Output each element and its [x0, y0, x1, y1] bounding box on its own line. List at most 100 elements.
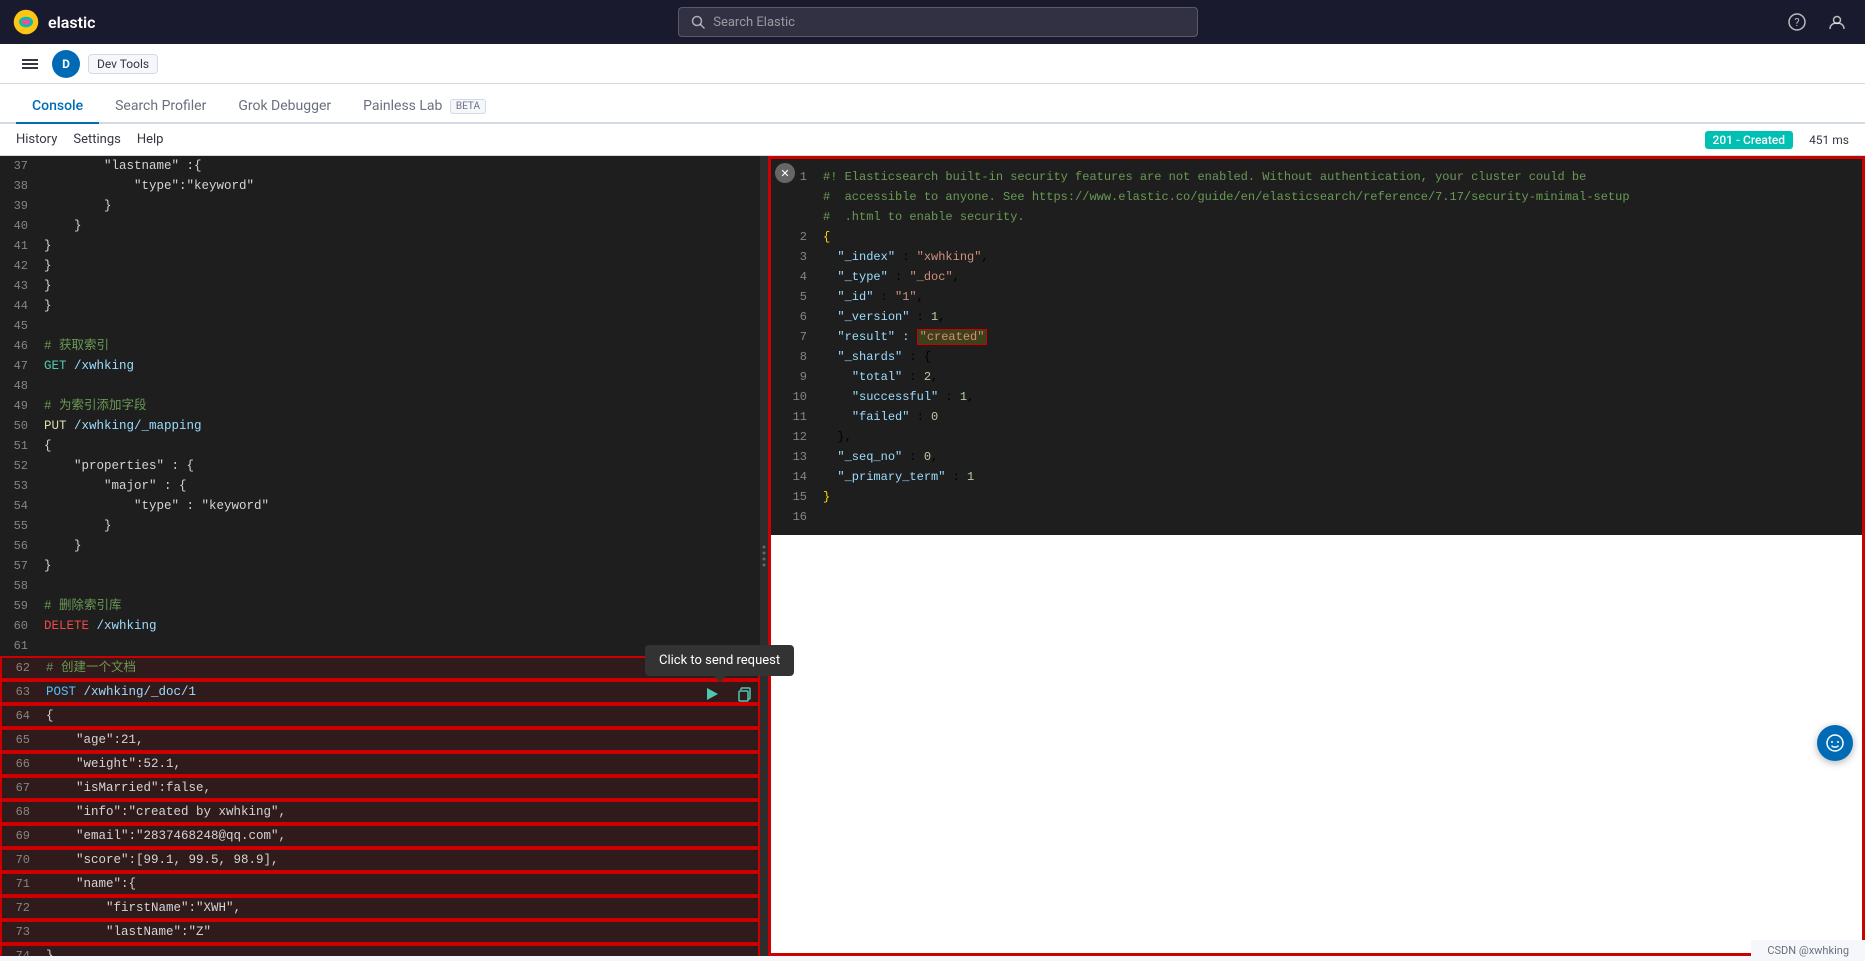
line-content: "age":21, — [42, 730, 758, 750]
line-number: 37 — [0, 156, 40, 176]
close-response-button[interactable]: ✕ — [775, 163, 795, 183]
status-badge: 201 - Created — [1705, 131, 1794, 149]
editor-line-42: 42} — [0, 256, 760, 276]
response-line: # accessible to anyone. See https://www.… — [779, 187, 1862, 207]
line-content: } — [40, 216, 760, 236]
line-number: 56 — [0, 536, 40, 556]
hamburger-icon — [22, 58, 38, 70]
response-line-content: "_primary_term" : 1 — [819, 467, 1862, 487]
editor-line-58: 58 — [0, 576, 760, 596]
hamburger-button[interactable] — [16, 50, 44, 78]
line-content: { — [42, 706, 758, 726]
editor-line-46: 46# 获取索引 — [0, 336, 760, 356]
help-circle-icon: ? — [1788, 13, 1806, 31]
response-line: 8 "_shards" : { — [779, 347, 1862, 367]
response-line: 4 "_type" : "_doc", — [779, 267, 1862, 287]
help-nav-icon[interactable]: ? — [1781, 6, 1813, 38]
line-number: 63 — [2, 682, 42, 702]
line-content: # 为索引添加字段 — [40, 396, 760, 416]
response-panel-inner[interactable]: 1#! Elasticsearch built-in security feat… — [771, 159, 1862, 953]
line-content: "major" : { — [40, 476, 760, 496]
user-avatar-button[interactable]: D — [52, 50, 80, 78]
line-content: "firstName":"XWH", — [42, 898, 758, 918]
response-line: 15} — [779, 487, 1862, 507]
response-line: 3 "_index" : "xwhking", — [779, 247, 1862, 267]
play-icon-button[interactable] — [700, 682, 724, 706]
response-line-number: 3 — [779, 247, 819, 267]
line-number: 47 — [0, 356, 40, 376]
response-line-content: "result" : "created" — [819, 327, 1862, 347]
editor-line-68: 68 "info":"created by xwhking", — [0, 800, 760, 824]
secondary-navigation: D Dev Tools — [0, 44, 1865, 84]
editor-line-59: 59# 删除索引库 — [0, 596, 760, 616]
history-button[interactable]: History — [16, 130, 57, 149]
editor-line-47: 47GET /xwhking — [0, 356, 760, 376]
elastic-logo-text: elastic — [48, 13, 95, 32]
panel-divider[interactable] — [760, 156, 768, 956]
editor-line-44: 44} — [0, 296, 760, 316]
line-number: 65 — [2, 730, 42, 750]
floating-action-button[interactable] — [1817, 725, 1853, 761]
line-number: 45 — [0, 316, 40, 336]
devtools-badge[interactable]: Dev Tools — [88, 54, 158, 74]
tooltip-box: Click to send request — [645, 645, 794, 676]
line-content: "type" : "keyword" — [40, 496, 760, 516]
code-editor[interactable]: 37 "lastname" :{38 "type":"keyword"39 }4… — [0, 156, 760, 956]
editor-line-72: 72 "firstName":"XWH", — [0, 896, 760, 920]
line-number: 70 — [2, 850, 42, 870]
svg-text:?: ? — [1794, 16, 1799, 29]
elastic-logo-icon — [12, 8, 40, 36]
editor-panel: 37 "lastname" :{38 "type":"keyword"39 }4… — [0, 156, 760, 956]
tab-painless-lab[interactable]: Painless Lab BETA — [347, 90, 502, 124]
editor-line-43: 43} — [0, 276, 760, 296]
response-line-number: 14 — [779, 467, 819, 487]
tab-search-profiler[interactable]: Search Profiler — [99, 90, 222, 124]
line-content: "weight":52.1, — [42, 754, 758, 774]
line-content: } — [42, 946, 758, 956]
response-line-content: #! Elasticsearch built-in security featu… — [819, 167, 1862, 187]
search-bar[interactable]: Search Elastic — [678, 7, 1198, 37]
copy-icon-button[interactable] — [732, 682, 756, 706]
response-line-content: "successful" : 1, — [819, 387, 1862, 407]
editor-line-52: 52 "properties" : { — [0, 456, 760, 476]
response-line: 11 "failed" : 0 — [779, 407, 1862, 427]
response-line-content: "_index" : "xwhking", — [819, 247, 1862, 267]
response-line-content: "_shards" : { — [819, 347, 1862, 367]
tab-painless-lab-label: Painless Lab — [363, 98, 442, 114]
line-number: 67 — [2, 778, 42, 798]
response-line-number: 11 — [779, 407, 819, 427]
line-content: "info":"created by xwhking", — [42, 802, 758, 822]
editor-line-57: 57} — [0, 556, 760, 576]
line-number: 39 — [0, 196, 40, 216]
response-line: # .html to enable security. — [779, 207, 1862, 227]
line-content: PUT /xwhking/_mapping — [40, 416, 760, 436]
response-line-number: 16 — [779, 507, 819, 527]
line-number: 66 — [2, 754, 42, 774]
bottom-status-bar: CSDN @xwhking — [1751, 940, 1865, 961]
tab-console[interactable]: Console — [16, 90, 99, 124]
drag-handle-icon — [761, 541, 767, 571]
tab-grok-debugger[interactable]: Grok Debugger — [222, 90, 347, 124]
tab-bar: Console Search Profiler Grok Debugger Pa… — [0, 84, 1865, 124]
response-line-content: { — [819, 227, 1862, 247]
user-nav-icon[interactable] — [1821, 6, 1853, 38]
line-number: 44 — [0, 296, 40, 316]
search-bar-text: Search Elastic — [713, 15, 795, 30]
tab-search-profiler-label: Search Profiler — [115, 98, 206, 114]
line-content: "type":"keyword" — [40, 176, 760, 196]
settings-button[interactable]: Settings — [73, 130, 120, 149]
response-code: 1#! Elasticsearch built-in security feat… — [771, 159, 1862, 535]
editor-line-67: 67 "isMarried":false, — [0, 776, 760, 800]
editor-line-53: 53 "major" : { — [0, 476, 760, 496]
search-icon — [691, 15, 705, 29]
help-button[interactable]: Help — [137, 130, 164, 149]
response-line-number: 15 — [779, 487, 819, 507]
nav-icons: ? — [1781, 6, 1853, 38]
elastic-logo[interactable]: elastic — [12, 8, 95, 36]
line-number: 58 — [0, 576, 40, 596]
line-number: 50 — [0, 416, 40, 436]
line-number: 48 — [0, 376, 40, 396]
tab-console-label: Console — [32, 98, 83, 114]
response-line: 16 — [779, 507, 1862, 527]
line-content: } — [40, 276, 760, 296]
